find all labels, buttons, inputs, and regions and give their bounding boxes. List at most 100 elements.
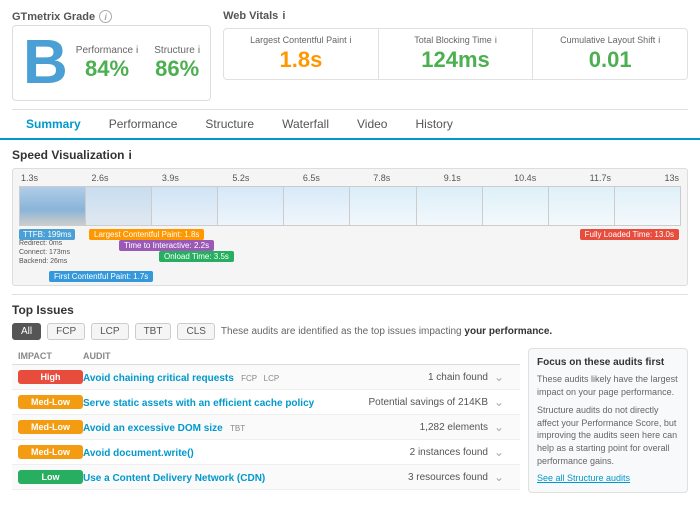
issue-row-2[interactable]: Med-Low Serve static assets with an effi… <box>12 390 520 415</box>
filter-description: These audits are identified as the top i… <box>221 326 552 337</box>
tab-waterfall[interactable]: Waterfall <box>268 110 343 140</box>
top-issues-section: Top Issues All FCP LCP TBT CLS These aud… <box>0 295 700 501</box>
performance-value: 84% <box>85 56 129 82</box>
tbt-label: Total Blocking Time <box>414 35 492 45</box>
filmstrip-frame-5 <box>284 187 350 225</box>
filmstrip-frame-9 <box>549 187 615 225</box>
web-vitals-section: Web Vitals i Largest Contentful Paint i … <box>223 10 688 101</box>
tab-structure[interactable]: Structure <box>191 110 268 140</box>
performance-metric: Performance i 84% <box>76 45 138 82</box>
filmstrip-frame-10 <box>615 187 680 225</box>
filter-row: All FCP LCP TBT CLS These audits are ide… <box>12 323 688 340</box>
filmstrip-frame-1 <box>20 187 86 225</box>
expand-icon-5[interactable]: ⌄ <box>494 470 514 484</box>
tab-performance[interactable]: Performance <box>95 110 192 140</box>
annot-connect: Connect: 173ms <box>19 249 70 256</box>
audit-result-4: 2 instances found <box>410 447 494 458</box>
impact-badge-1: High <box>18 370 83 384</box>
impact-badge-5: Low <box>18 470 83 484</box>
expand-icon-1[interactable]: ⌄ <box>494 370 514 384</box>
expand-icon-3[interactable]: ⌄ <box>494 420 514 434</box>
annot-fully-loaded: Fully Loaded Time: 13.0s <box>580 229 679 240</box>
annot-onload: Onload Time: 3.5s <box>159 251 234 262</box>
tab-video[interactable]: Video <box>343 110 401 140</box>
col-impact: IMPACT <box>18 351 83 361</box>
gtmetrix-info-icon[interactable]: i <box>99 10 112 23</box>
tbt-metric: Total Blocking Time i 124ms <box>379 29 534 79</box>
tbt-value: 124ms <box>389 47 523 73</box>
top-issues-title: Top Issues <box>12 303 688 317</box>
cls-info-icon[interactable]: i <box>658 35 660 45</box>
annot-backend: Backend: 26ms <box>19 258 67 265</box>
sidebar-text-2: Structure audits do not directly affect … <box>537 404 679 467</box>
issue-row-1[interactable]: High Avoid chaining critical requests FC… <box>12 365 520 390</box>
annot-fcp: First Contentful Paint: 1.7s <box>49 271 153 282</box>
annot-tti: Time to Interactive: 2.2s <box>119 240 214 251</box>
audit-result-3: 1,282 elements <box>420 422 494 433</box>
tbt-info-icon[interactable]: i <box>495 35 497 45</box>
cls-value: 0.01 <box>543 47 677 73</box>
issue-row-3[interactable]: Med-Low Avoid an excessive DOM size TBT … <box>12 415 520 440</box>
gtmetrix-grade-section: GTmetrix Grade i B Performance i 84% <box>12 10 211 101</box>
filter-tbt[interactable]: TBT <box>135 323 172 340</box>
expand-icon-2[interactable]: ⌄ <box>494 395 514 409</box>
speed-visualization-section: Speed Visualization i 1.3s 2.6s 3.9s 5.2… <box>0 140 700 294</box>
impact-badge-4: Med-Low <box>18 445 83 459</box>
sidebar-text-1: These audits likely have the largest imp… <box>537 373 679 398</box>
lcp-value: 1.8s <box>234 47 368 73</box>
issue-row-4[interactable]: Med-Low Avoid document.write() 2 instanc… <box>12 440 520 465</box>
filmstrip-frame-4 <box>218 187 284 225</box>
speed-viz-info-icon[interactable]: i <box>128 148 131 162</box>
annot-redirect: Redirect: 0ms <box>19 240 62 247</box>
filter-all[interactable]: All <box>12 323 41 340</box>
audit-name-3: Avoid an excessive DOM size TBT <box>83 420 420 434</box>
issues-layout: IMPACT AUDIT High Avoid chaining critica… <box>12 348 688 493</box>
col-audit: AUDIT <box>83 351 494 361</box>
audit-name-2: Serve static assets with an efficient ca… <box>83 395 368 409</box>
timeline-labels: 1.3s 2.6s 3.9s 5.2s 6.5s 7.8s 9.1s 10.4s… <box>19 173 681 183</box>
audit-name-4: Avoid document.write() <box>83 445 410 459</box>
annot-lcp: Largest Contentful Paint: 1.8s <box>89 229 204 240</box>
audit-result-1: 1 chain found <box>428 372 494 383</box>
sidebar-title: Focus on these audits first <box>537 357 679 368</box>
lcp-info-icon[interactable]: i <box>350 35 352 45</box>
audit-name-5: Use a Content Delivery Network (CDN) <box>83 470 408 484</box>
lcp-metric: Largest Contentful Paint i 1.8s <box>224 29 379 79</box>
audit-result-2: Potential savings of 214KB <box>368 397 494 408</box>
tab-history[interactable]: History <box>401 110 466 140</box>
issue-row-5[interactable]: Low Use a Content Delivery Network (CDN)… <box>12 465 520 490</box>
web-vitals-info-icon[interactable]: i <box>282 10 285 22</box>
audit-result-5: 3 resources found <box>408 472 494 483</box>
structure-info-icon[interactable]: i <box>198 45 200 56</box>
expand-icon-4[interactable]: ⌄ <box>494 445 514 459</box>
table-header: IMPACT AUDIT <box>12 348 520 365</box>
cls-label: Cumulative Layout Shift <box>560 35 655 45</box>
cls-metric: Cumulative Layout Shift i 0.01 <box>533 29 687 79</box>
filter-fcp[interactable]: FCP <box>47 323 85 340</box>
issues-table: IMPACT AUDIT High Avoid chaining critica… <box>12 348 520 493</box>
issues-sidebar: Focus on these audits first These audits… <box>528 348 688 493</box>
speed-viz-title: Speed Visualization <box>12 148 124 162</box>
sidebar-link[interactable]: See all Structure audits <box>537 473 630 483</box>
structure-metric: Structure i 86% <box>154 45 200 82</box>
filmstrip-frame-8 <box>483 187 549 225</box>
tabs-nav: Summary Performance Structure Waterfall … <box>0 110 700 140</box>
structure-label: Structure <box>154 45 195 56</box>
impact-badge-2: Med-Low <box>18 395 83 409</box>
performance-label: Performance <box>76 45 133 56</box>
web-vitals-title: Web Vitals <box>223 10 278 22</box>
filmstrip-frame-6 <box>350 187 416 225</box>
grade-letter: B <box>23 32 68 94</box>
lcp-label: Largest Contentful Paint <box>250 35 347 45</box>
filmstrip-frame-2 <box>86 187 152 225</box>
tab-summary[interactable]: Summary <box>12 110 95 140</box>
audit-name-1: Avoid chaining critical requests FCP LCP <box>83 370 428 384</box>
impact-badge-3: Med-Low <box>18 420 83 434</box>
gtmetrix-grade-title: GTmetrix Grade <box>12 11 95 23</box>
speed-viz-container: 1.3s 2.6s 3.9s 5.2s 6.5s 7.8s 9.1s 10.4s… <box>12 168 688 286</box>
filmstrip-frame-7 <box>417 187 483 225</box>
performance-info-icon[interactable]: i <box>136 45 138 56</box>
filmstrip-frame-3 <box>152 187 218 225</box>
filter-cls[interactable]: CLS <box>177 323 214 340</box>
filter-lcp[interactable]: LCP <box>91 323 128 340</box>
